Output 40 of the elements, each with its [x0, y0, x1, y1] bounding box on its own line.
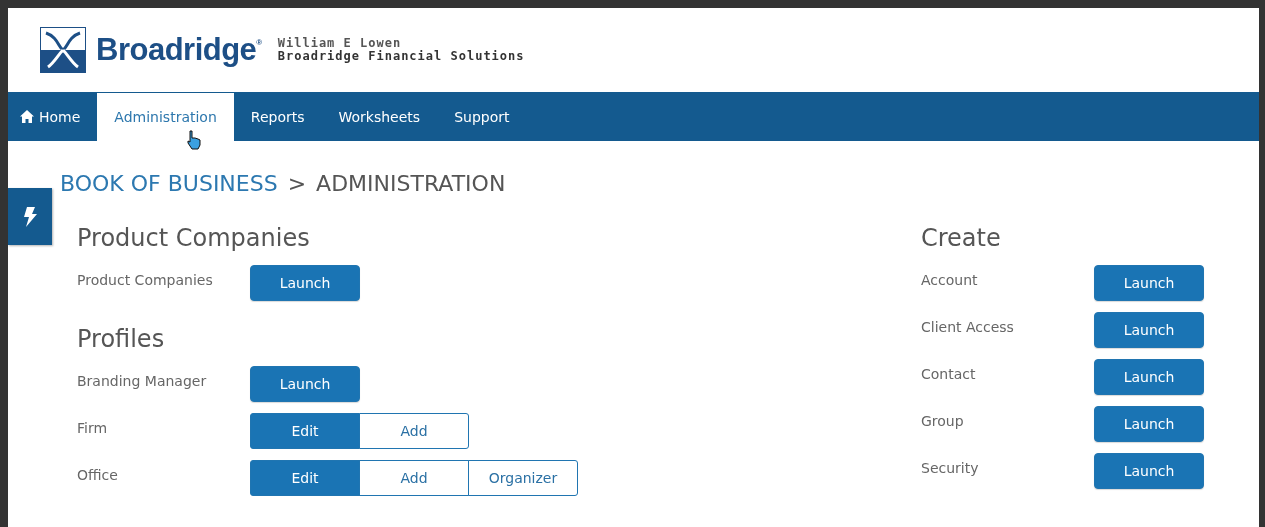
breadcrumb-link[interactable]: BOOK OF BUSINESS — [60, 171, 278, 209]
row-label: Firm — [77, 419, 109, 436]
section-heading: Profiles — [77, 324, 166, 355]
launch-button[interactable]: Launch — [250, 264, 360, 301]
row-label: Security — [921, 459, 980, 476]
user-name: William E Lowen — [277, 37, 403, 50]
nav-tab[interactable]: Reports — [233, 92, 322, 141]
nav-tab[interactable]: Worksheets — [321, 92, 438, 141]
row-label: Branding Manager — [77, 372, 208, 389]
launch-button[interactable]: Launch — [1094, 405, 1204, 442]
section-heading: Create — [921, 223, 1002, 254]
section-heading: Product Companies — [77, 223, 311, 254]
logo-icon — [40, 27, 86, 73]
nav-tab[interactable]: Home — [8, 92, 98, 141]
quick-actions-tab[interactable] — [8, 188, 52, 245]
nav-tab[interactable]: Support — [437, 92, 527, 141]
launch-button[interactable]: Launch — [1094, 358, 1204, 395]
launch-button[interactable]: Launch — [250, 365, 360, 402]
row-label: Product Companies — [77, 271, 214, 288]
segment-button[interactable]: Add — [359, 412, 469, 449]
hand-cursor-icon — [186, 130, 202, 150]
lightning-icon — [23, 206, 37, 227]
segment-button[interactable]: Add — [359, 459, 469, 496]
breadcrumb-separator: > — [287, 171, 307, 198]
segment-button[interactable]: Edit — [250, 412, 360, 449]
company-name: Broadridge Financial Solutions — [277, 50, 525, 63]
logo-text: Broadridge$^{®}$ — [96, 32, 262, 68]
segment-button[interactable]: Organizer — [468, 459, 578, 496]
home-icon — [20, 110, 34, 123]
breadcrumb-current: ADMINISTRATION — [316, 171, 506, 198]
launch-button[interactable]: Launch — [1094, 452, 1204, 489]
row-label: Contact — [921, 365, 977, 382]
row-label: Client Access — [921, 318, 1015, 335]
nav-tab[interactable]: Administration — [97, 93, 234, 141]
row-label: Account — [921, 271, 979, 288]
segment-button[interactable]: Edit — [250, 459, 360, 496]
launch-button[interactable]: Launch — [1094, 311, 1204, 348]
launch-button[interactable]: Launch — [1094, 264, 1204, 301]
row-label: Group — [921, 412, 965, 429]
row-label: Office — [77, 466, 119, 483]
